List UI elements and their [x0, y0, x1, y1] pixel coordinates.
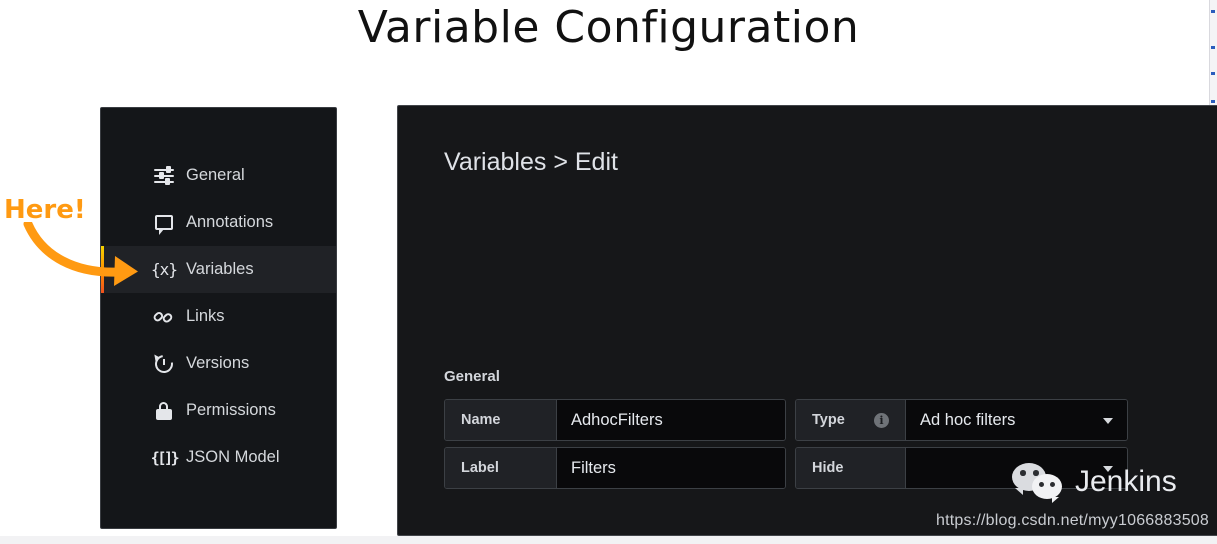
- breadcrumb: Variables > Edit: [444, 148, 618, 176]
- sidebar-item-label: Permissions: [186, 401, 276, 419]
- field-type[interactable]: Type i Ad hoc filters: [795, 399, 1128, 441]
- lock-icon: [153, 400, 175, 422]
- sidebar-item-label: Versions: [186, 354, 250, 372]
- wechat-icon: [1012, 461, 1066, 503]
- json-icon: {[]}: [150, 448, 180, 467]
- sidebar-item-label: Links: [186, 307, 225, 325]
- info-icon[interactable]: i: [874, 412, 889, 428]
- sidebar-item-label: Variables: [186, 260, 254, 278]
- name-input[interactable]: AdhocFilters: [557, 400, 785, 440]
- wechat-watermark: Jenkins: [1012, 461, 1177, 503]
- here-annotation-label: Here!: [4, 195, 86, 225]
- field-label-label: Label: [445, 448, 557, 488]
- sidebar-item-label: JSON Model: [186, 448, 280, 466]
- sidebar-item-general[interactable]: General: [101, 152, 336, 199]
- braces-icon: {x}: [151, 260, 178, 279]
- field-name-label: Name: [445, 400, 557, 440]
- sidebar-item-links[interactable]: Links: [101, 293, 336, 340]
- sidebar-item-versions[interactable]: Versions: [101, 340, 336, 387]
- here-annotation-arrow-icon: [23, 222, 138, 286]
- field-hide-label: Hide: [796, 448, 906, 488]
- sidebar-item-json-model[interactable]: {[]} JSON Model: [101, 434, 336, 481]
- source-url-watermark: https://blog.csdn.net/myy1066883508: [936, 512, 1209, 529]
- page-title: Variable Configuration: [357, 2, 860, 53]
- field-label[interactable]: Label Filters: [444, 447, 786, 489]
- link-icon: [151, 306, 175, 328]
- sidebar-top-spacer: [101, 108, 336, 152]
- screenshot-page: Variable Configuration General Annotatio…: [0, 0, 1217, 544]
- sliders-icon: [153, 165, 175, 187]
- settings-sidebar: General Annotations {x} Variables Links …: [100, 107, 337, 529]
- watermark-brand: Jenkins: [1075, 465, 1177, 498]
- field-name[interactable]: Name AdhocFilters: [444, 399, 786, 441]
- field-type-label-text: Type: [812, 412, 845, 428]
- section-heading-general: General: [444, 368, 500, 385]
- type-select[interactable]: Ad hoc filters: [906, 400, 1127, 440]
- label-input[interactable]: Filters: [557, 448, 785, 488]
- sidebar-item-label: General: [186, 166, 245, 184]
- field-type-label: Type i: [796, 400, 906, 440]
- type-select-value: Ad hoc filters: [920, 410, 1016, 429]
- history-icon: [151, 350, 177, 377]
- comment-icon: [153, 212, 175, 235]
- sidebar-item-permissions[interactable]: Permissions: [101, 387, 336, 434]
- chevron-down-icon: [1103, 418, 1113, 424]
- sidebar-item-label: Annotations: [186, 213, 274, 231]
- page-bottom-strip: [0, 536, 1217, 544]
